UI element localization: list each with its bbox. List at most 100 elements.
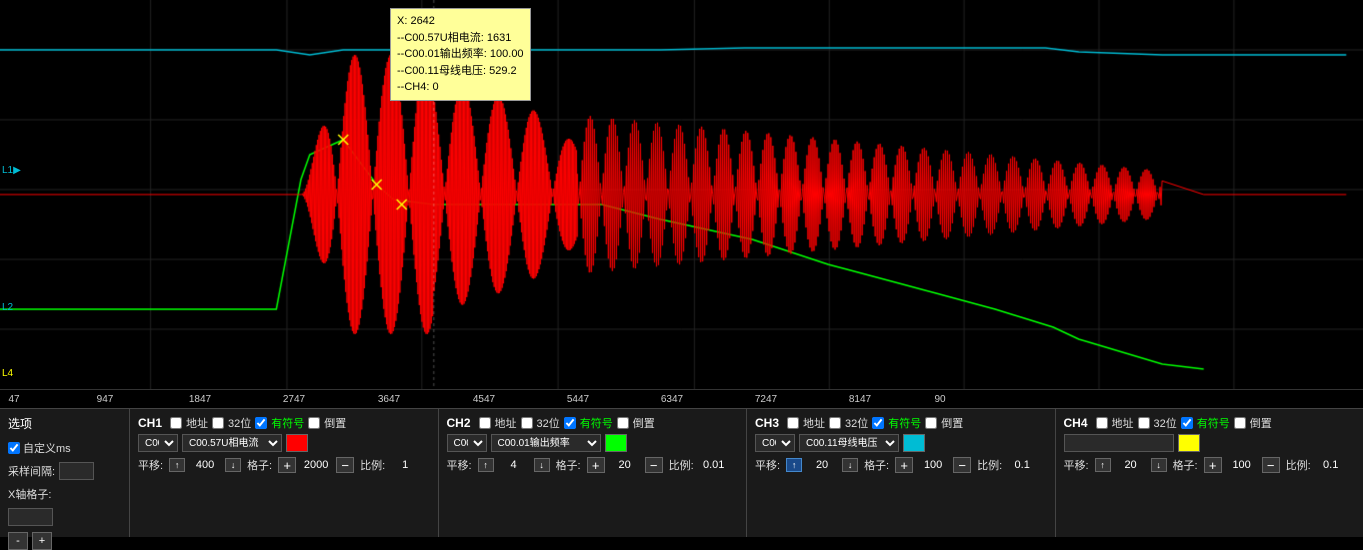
- xgrid-row: X轴格子:: [8, 486, 121, 502]
- ch2-symbol-checkbox[interactable]: [564, 417, 576, 429]
- ch3-scale-value: 0.1: [1008, 459, 1036, 471]
- ch1-shift-down[interactable]: [225, 458, 241, 472]
- ch2-shift-value: 4: [500, 459, 528, 471]
- ch3-title: CH3: [755, 416, 779, 430]
- ch2-reverse-checkbox[interactable]: [617, 417, 629, 429]
- ch3-symbol-checkbox[interactable]: [872, 417, 884, 429]
- ch3-device-row: C00 C00.11母线电压: [755, 434, 1047, 452]
- ch4-grid-plus[interactable]: +: [1204, 457, 1222, 473]
- controls-area: 选项 自定义ms 采样间隔: 2 X轴格子: 900 - + CH1 地址 32…: [0, 408, 1363, 537]
- ch1-32bit-checkbox[interactable]: [212, 417, 224, 429]
- x-label-8147: 8147: [849, 394, 871, 405]
- ch3-shift-label: 平移:: [755, 457, 780, 473]
- tooltip-x: X: 2642: [397, 13, 524, 30]
- sample-input[interactable]: 2: [59, 462, 94, 480]
- ch1-shift-value: 400: [191, 459, 219, 471]
- ch3-shift-down[interactable]: [842, 458, 858, 472]
- custom-ms-checkbox[interactable]: [8, 442, 20, 454]
- ch4-reverse-label: 倒置: [1250, 415, 1272, 431]
- ch2-32bit-label: 32位: [537, 415, 560, 431]
- ch3-scale-label: 比例:: [977, 457, 1002, 473]
- ch3-shift-up[interactable]: [786, 458, 802, 472]
- ch3-params-row: 平移: 20 格子: + 100 − 比例: 0.1: [755, 457, 1047, 473]
- ch1-device-select[interactable]: C00: [138, 434, 178, 452]
- x-label-90: 90: [934, 394, 945, 405]
- ch1-param-select[interactable]: C00.57U相电流: [182, 434, 282, 452]
- ch4-symbol-checkbox[interactable]: [1181, 417, 1193, 429]
- ch1-addr-checkbox[interactable]: [170, 417, 182, 429]
- custom-ms-label: 自定义ms: [23, 440, 71, 456]
- ch4-shift-value: 20: [1117, 459, 1145, 471]
- ch2-device-row: C00 C00.01输出频率: [447, 434, 739, 452]
- ch2-symbol-label: 有符号: [580, 415, 613, 431]
- ch4-32bit-label: 32位: [1154, 415, 1177, 431]
- xgrid-minus-btn[interactable]: -: [8, 532, 28, 550]
- ch3-device-select[interactable]: C00: [755, 434, 795, 452]
- y-label-l2: L2: [2, 302, 13, 313]
- ch4-scale-value: 0.1: [1317, 459, 1345, 471]
- ch3-shift-value: 20: [808, 459, 836, 471]
- ch4-grid-minus[interactable]: −: [1262, 457, 1280, 473]
- xgrid-input[interactable]: 900: [8, 508, 53, 526]
- ch1-title: CH1: [138, 416, 162, 430]
- x-label-3647: 3647: [378, 394, 400, 405]
- ch2-grid-label: 格子:: [556, 457, 581, 473]
- x-label-6347: 6347: [661, 394, 683, 405]
- ch4-grid-value: 100: [1228, 459, 1256, 471]
- ch4-shift-down[interactable]: [1151, 458, 1167, 472]
- sample-interval-row: 采样间隔: 2: [8, 462, 121, 480]
- ch1-grid-minus[interactable]: −: [336, 457, 354, 473]
- ch4-symbol-label: 有符号: [1197, 415, 1230, 431]
- ch2-device-select[interactable]: C00: [447, 434, 487, 452]
- x-label-5447: 5447: [567, 394, 589, 405]
- panel-options: 选项 自定义ms 采样间隔: 2 X轴格子: 900 - +: [0, 409, 130, 537]
- ch1-shift-label: 平移:: [138, 457, 163, 473]
- ch1-grid-plus[interactable]: +: [278, 457, 296, 473]
- ch3-color-box[interactable]: [903, 434, 925, 452]
- ch1-symbol-label: 有符号: [271, 415, 304, 431]
- ch2-shift-up[interactable]: [478, 458, 494, 472]
- xgrid-plus-btn[interactable]: +: [32, 532, 52, 550]
- tooltip-line4: --CH4: 0: [397, 79, 524, 96]
- ch3-addr-checkbox[interactable]: [787, 417, 799, 429]
- ch3-grid-plus[interactable]: +: [895, 457, 913, 473]
- xgrid-controls: - +: [8, 532, 121, 550]
- panel-ch2: CH2 地址 32位 有符号 倒置 C00 C00.01输出频率 平移: 4: [439, 409, 748, 537]
- ch4-shift-label: 平移:: [1064, 457, 1089, 473]
- tooltip-line1: --C00.57U相电流: 1631: [397, 30, 524, 47]
- ch1-reverse-checkbox[interactable]: [308, 417, 320, 429]
- ch1-device-row: C00 C00.57U相电流: [138, 434, 430, 452]
- ch2-grid-minus[interactable]: −: [645, 457, 663, 473]
- ch3-symbol-label: 有符号: [888, 415, 921, 431]
- ch2-color-box[interactable]: [605, 434, 627, 452]
- panel-ch4: CH4 地址 32位 有符号 倒置 平移: 20 格子: + 100: [1056, 409, 1363, 537]
- ch4-32bit-checkbox[interactable]: [1138, 417, 1150, 429]
- ch4-reverse-checkbox[interactable]: [1234, 417, 1246, 429]
- ch3-param-select[interactable]: C00.11母线电压: [799, 434, 899, 452]
- ch4-header: CH4 地址 32位 有符号 倒置: [1064, 415, 1356, 431]
- ch4-device-input[interactable]: [1064, 434, 1174, 452]
- chart-tooltip: X: 2642 --C00.57U相电流: 1631 --C00.01输出频率:…: [390, 8, 531, 101]
- ch4-color-box[interactable]: [1178, 434, 1200, 452]
- ch2-32bit-checkbox[interactable]: [521, 417, 533, 429]
- ch3-reverse-checkbox[interactable]: [925, 417, 937, 429]
- ch4-shift-up[interactable]: [1095, 458, 1111, 472]
- ch2-reverse-label: 倒置: [633, 415, 655, 431]
- x-axis: 479471847274736474547544763477247814790: [0, 390, 1363, 408]
- ch1-32bit-label: 32位: [228, 415, 251, 431]
- ch1-reverse-label: 倒置: [324, 415, 346, 431]
- ch1-color-box[interactable]: [286, 434, 308, 452]
- ch3-32bit-checkbox[interactable]: [829, 417, 841, 429]
- ch3-grid-minus[interactable]: −: [953, 457, 971, 473]
- ch2-param-select[interactable]: C00.01输出频率: [491, 434, 601, 452]
- ch2-shift-down[interactable]: [534, 458, 550, 472]
- x-label-2747: 2747: [283, 394, 305, 405]
- ch4-device-row: [1064, 434, 1356, 452]
- x-label-47: 47: [8, 394, 19, 405]
- ch1-shift-up[interactable]: [169, 458, 185, 472]
- ch2-addr-checkbox[interactable]: [479, 417, 491, 429]
- ch1-symbol-checkbox[interactable]: [255, 417, 267, 429]
- ch4-addr-checkbox[interactable]: [1096, 417, 1108, 429]
- ch1-header: CH1 地址 32位 有符号 倒置: [138, 415, 430, 431]
- ch2-grid-plus[interactable]: +: [587, 457, 605, 473]
